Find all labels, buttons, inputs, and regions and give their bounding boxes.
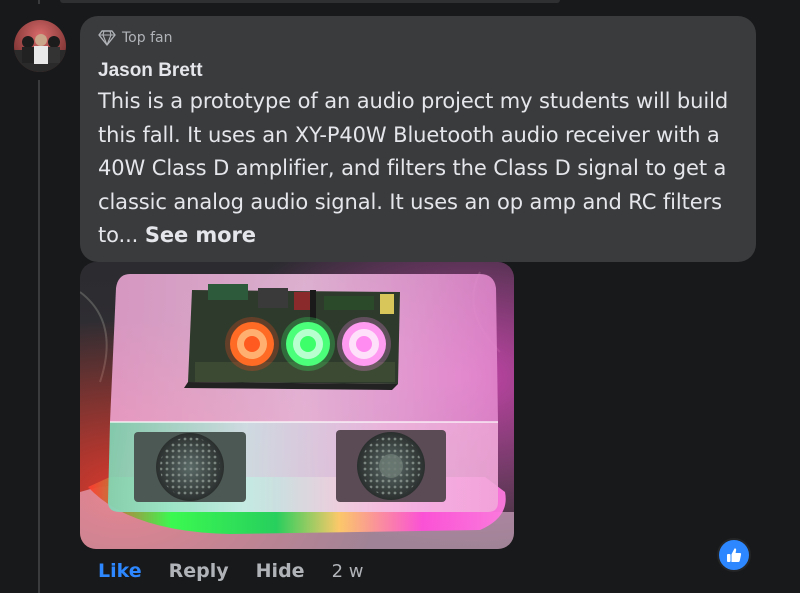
photo-speaker-prototype (80, 262, 514, 549)
reply-button[interactable]: Reply (169, 560, 229, 582)
hide-button[interactable]: Hide (256, 560, 305, 582)
previous-comment-bubble-edge (60, 0, 560, 3)
previous-comment-edge (0, 0, 800, 4)
thread-connector-top (38, 0, 40, 4)
avatar[interactable] (14, 20, 66, 72)
comment-timestamp[interactable]: 2 w (332, 561, 364, 582)
thread-connector-line (38, 80, 40, 593)
reaction-like-badge[interactable] (717, 538, 751, 572)
like-button[interactable]: Like (98, 560, 142, 582)
avatar-image (14, 20, 66, 72)
comment-actions: Like Reply Hide 2 w (98, 560, 363, 582)
like-icon (727, 548, 742, 562)
comment-bubble: Top fan Jason Brett This is a prototype … (80, 16, 756, 262)
comment-photo[interactable] (80, 262, 514, 549)
see-more-link[interactable]: See more (145, 223, 256, 247)
comment-thread: Top fan Jason Brett This is a prototype … (0, 0, 800, 593)
diamond-icon (98, 30, 116, 46)
badge-label: Top fan (122, 30, 173, 46)
comment-body: This is a prototype of an audio project … (98, 85, 748, 253)
comment-author[interactable]: Jason Brett (98, 60, 203, 82)
top-fan-badge[interactable]: Top fan (98, 30, 172, 46)
